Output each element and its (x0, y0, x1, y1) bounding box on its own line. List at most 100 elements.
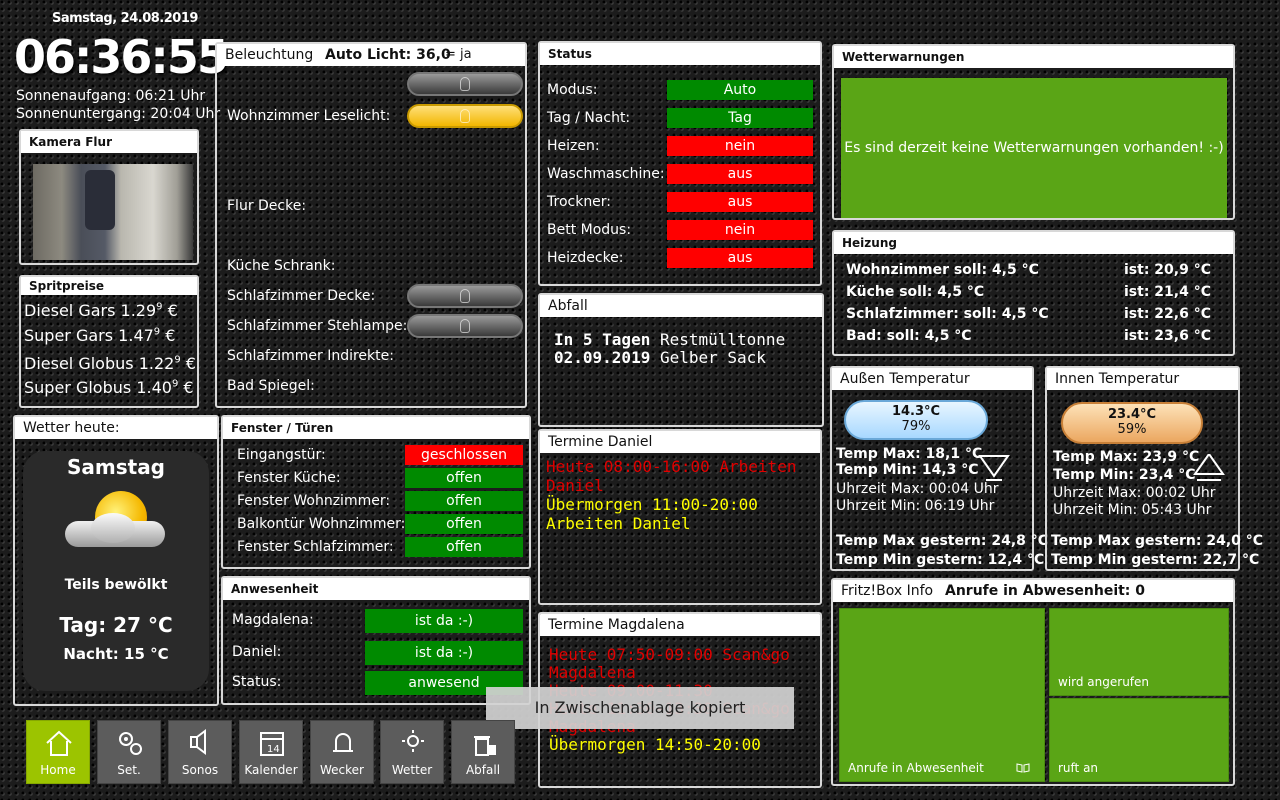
appointment-line: Übermorgen 14:50-20:00 (549, 735, 761, 754)
status-value: aus (667, 164, 813, 184)
presence-label: Daniel: (232, 644, 282, 660)
appointment-line: Heute 08:00-16:00 Arbeiten Daniel (546, 457, 797, 495)
status-label: Heizdecke: (547, 250, 624, 266)
presence-panel: Anwesenheit Magdalena: ist da :-) Daniel: i… (221, 576, 531, 705)
light-toggle[interactable] (407, 284, 523, 308)
window-status: offen (405, 537, 523, 557)
fuel-unit: € (185, 354, 196, 373)
lighting-title: Beleuchtung (225, 47, 314, 63)
waste-when: 02.09.2019 (554, 348, 651, 367)
window-status: geschlossen (405, 445, 523, 465)
nav-label: Wetter (391, 763, 433, 777)
appointments-daniel-panel: Termine Daniel Heute 08:00-16:00 Arbeite… (538, 429, 822, 605)
waste-when: In 5 Tagen (554, 330, 651, 349)
heating-soll: Schlafzimmer: soll: 4,5 °C (846, 306, 1049, 322)
fuel-price-row: Diesel Globus 1.229 € (24, 354, 196, 373)
window-status: offen (405, 491, 523, 511)
home-icon (46, 730, 72, 756)
heating-ist: ist: 23,6 °C (1124, 328, 1211, 344)
nav-label: Abfall (465, 763, 501, 777)
tile-being-called-label: wird angerufen (1058, 675, 1150, 689)
tile-calling[interactable]: ruft an (1049, 698, 1229, 782)
fuel-price: 1.22 (138, 354, 175, 373)
status-value: aus (667, 192, 813, 212)
fuel-price-row: Super Globus 1.409 € (24, 378, 194, 397)
fuel-unit: € (165, 326, 176, 345)
status-value: nein (667, 220, 813, 240)
gears-icon (119, 732, 142, 755)
camera-panel: Kamera Flur (19, 129, 199, 265)
light-toggle[interactable] (407, 314, 523, 338)
waste-row: In 5 Tagen Restmülltonne (554, 331, 785, 349)
tile-calls-absent-label: Anrufe in Abwesenheit (848, 761, 984, 775)
heating-soll: Bad: soll: 4,5 °C (846, 328, 972, 344)
inside-temp-min: Temp Min: 23,4 °C (1053, 467, 1196, 483)
light-toggle[interactable] (407, 104, 523, 128)
window-label: Fenster Küche: (237, 470, 341, 486)
alarm-icon (333, 733, 353, 752)
fuel-price: 1.40 (136, 378, 172, 397)
sunset-label: Sonnenuntergang: 20:04 Uhr (16, 106, 221, 122)
fuel-unit: € (183, 378, 194, 397)
auto-light-label: Auto Licht: 36,0 (325, 47, 451, 63)
date-label: Samstag, 24.08.2019 (52, 11, 198, 26)
waste-what: Gelber Sack (659, 348, 766, 367)
nav-wecker-button[interactable]: Wecker (310, 720, 374, 784)
fritzbox-title: Fritz!Box Info (841, 583, 934, 599)
status-label: Tag / Nacht: (547, 110, 631, 126)
inside-temp-value: 23.4°C (1107, 407, 1157, 422)
outside-humidity-value: 79% (901, 419, 931, 434)
fuel-price-sup: 9 (171, 378, 179, 390)
fuel-title: Spritpreise (21, 277, 197, 295)
light-toggle-unnamed[interactable] (407, 72, 523, 96)
nav-set-button[interactable]: Set. (97, 720, 161, 784)
status-value: Tag (667, 108, 813, 128)
outside-time-max: Uhrzeit Max: 00:04 Uhr (836, 481, 999, 497)
bulb-icon (460, 109, 470, 123)
appointment-line: Übermorgen 11:00-20:00 Arbeiten Daniel (546, 495, 758, 533)
heating-ist: ist: 22,6 °C (1124, 306, 1211, 322)
outside-temp-badge[interactable]: 14.3°C 79% (844, 400, 988, 440)
weather-day-temp: Tag: 27 °C (59, 613, 173, 637)
status-value: nein (667, 136, 813, 156)
clock: 06:36:55 (14, 30, 229, 84)
appointments-magdalena-title: Termine Magdalena (540, 614, 820, 636)
outside-time-min: Uhrzeit Min: 06:19 Uhr (836, 498, 995, 514)
weather-card[interactable]: Samstag Teils bewölkt Tag: 27 °C Nacht: … (23, 451, 209, 691)
fuel-price: 1.29 (120, 301, 157, 320)
nav-label: Set. (117, 763, 141, 777)
nav-home-button[interactable]: Home (26, 720, 90, 784)
camera-feed[interactable] (33, 164, 193, 260)
inside-temp-badge[interactable]: 23.4°C 59% (1061, 402, 1203, 444)
fritzbox-panel: Fritz!Box Info Anrufe in Abwesenheit: 0 … (831, 578, 1235, 786)
status-value: aus (667, 248, 813, 268)
heating-title: Heizung (834, 232, 1233, 254)
trend-down-icon (978, 455, 1010, 481)
outside-temp-panel: Außen Temperatur 14.3°C 79% Temp Max: 18… (830, 366, 1048, 571)
light-label: Wohnzimmer Leselicht: (227, 108, 391, 124)
bulb-icon (460, 319, 470, 333)
light-label: Bad Spiegel: (227, 378, 315, 394)
window-status: offen (405, 468, 523, 488)
inside-time-min: Uhrzeit Min: 05:43 Uhr (1053, 502, 1212, 518)
fuel-price-row: Diesel Gars 1.299 € (24, 301, 178, 320)
weather-today-panel: Wetter heute: Samstag Teils bewölkt Tag:… (13, 415, 219, 706)
tile-calls-absent[interactable]: Anrufe in Abwesenheit (839, 608, 1045, 782)
weather-night-temp: Nacht: 15 °C (63, 645, 169, 663)
weather-warnings-panel: Wetterwarnungen Es sind derzeit keine We… (832, 44, 1235, 220)
nav-wetter-button[interactable]: Wetter (380, 720, 444, 784)
fuel-name: Diesel Globus (24, 354, 134, 373)
tile-being-called[interactable]: wird angerufen (1049, 608, 1229, 696)
presence-title: Anwesenheit (223, 578, 529, 600)
nav-kalender-button[interactable]: 14 Kalender (239, 720, 303, 784)
nav-abfall-button[interactable]: Abfall (451, 720, 515, 784)
nav-sonos-button[interactable]: Sonos (168, 720, 232, 784)
light-label: Flur Decke: (227, 198, 307, 214)
weather-day: Samstag (66, 455, 166, 479)
waste-what: Restmülltonne (659, 330, 786, 349)
calendar-icon: 14 (260, 732, 284, 756)
waste-title: Abfall (540, 295, 822, 317)
presence-status: ist da :-) (365, 609, 523, 633)
status-label: Bett Modus: (547, 222, 632, 238)
appointment-line: Heute 07:50-09:00 Scan&go Magdalena (549, 645, 790, 682)
